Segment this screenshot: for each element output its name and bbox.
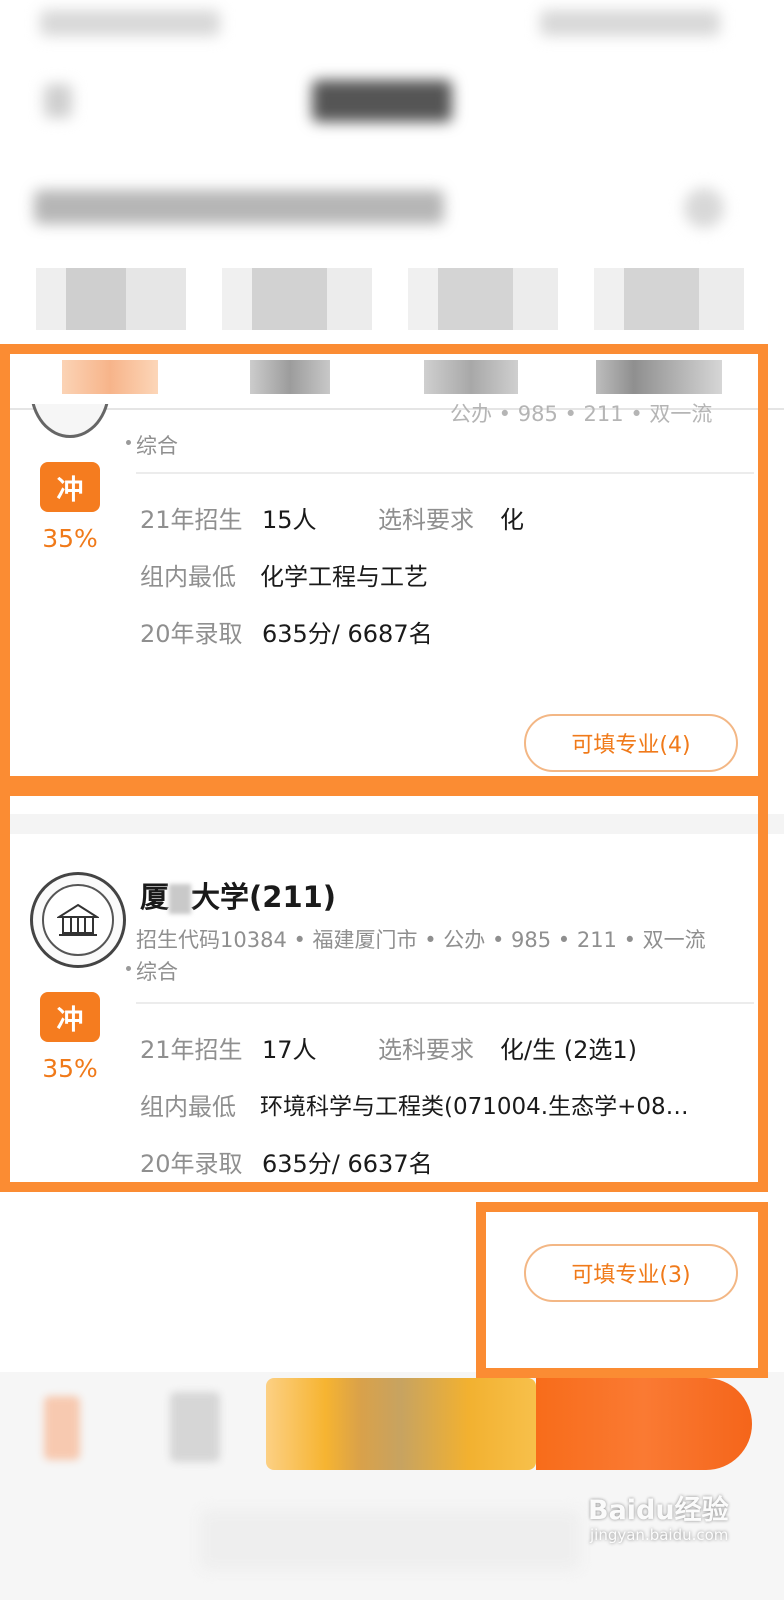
bottom-icon-1[interactable] [44,1396,80,1460]
watermark-logo: Baidu经验 [588,1495,729,1526]
subject-value: 化/生 (2选1) [500,1036,637,1064]
tab-3[interactable] [408,268,558,330]
search-icon[interactable] [684,188,724,228]
page-title [312,80,452,122]
status-bar-left [40,10,220,36]
admission-probability: 35% [42,1054,98,1083]
tab-2[interactable] [222,268,372,330]
info-bullet [126,966,131,971]
baidu-watermark: Baidu经验 jingyan.baidu.com [588,1488,748,1568]
min-major-value: 化学工程与工艺 [260,563,428,591]
info-bullet [126,440,131,445]
redaction-mask [169,884,192,914]
subject-label: 选科要求 [378,1036,474,1064]
card-divider [136,1002,754,1004]
min-major-value: 环境科学与工程类(071004.生态学+08… [260,1094,689,1120]
sticky-tab-2[interactable] [250,360,330,394]
university-card-2[interactable]: 厦大学(211) 招生代码10384 • 福建厦门市 • 公办 • 985 • … [0,834,784,1354]
bottom-icon-2[interactable] [170,1392,220,1462]
enroll-label: 21年招生 [140,1036,243,1064]
min-major-label: 组内最低 [140,563,236,591]
bottom-nav [200,1510,580,1570]
university-name: 厦大学(211) [140,874,336,916]
admission-probability: 35% [42,524,98,553]
tab-1[interactable] [36,268,186,330]
university-type: 综合 [136,434,178,458]
back-icon[interactable] [44,84,72,118]
university-name-rest: 大学(211) [191,880,337,914]
tab-4[interactable] [594,268,744,330]
university-info: 招生代码10384 • 福建厦门市 • 公办 • 985 • 211 • 双一流 [136,928,706,952]
rush-badge: 冲 [40,992,100,1042]
card-divider [136,472,754,474]
filter-bar[interactable] [34,190,444,224]
admit-label: 20年录取 [140,1150,243,1178]
subject-value: 化 [500,506,524,534]
admit-value: 635分/ 6637名 [262,1150,433,1178]
enroll-value: 17人 [262,1036,317,1064]
status-bar-right [540,10,720,36]
enroll-value: 15人 [262,506,317,534]
admit-value: 635分/ 6687名 [262,620,433,648]
primary-action-button[interactable] [266,1378,536,1470]
university-logo [30,872,126,968]
university-card-1[interactable]: 公办 • 985 • 211 • 双一流 综合 冲 35% 21年招生 15人 … [0,344,784,784]
sticky-tab-4[interactable] [596,360,722,394]
eligible-majors-button[interactable]: 可填专业(3) [524,1244,738,1302]
subject-label: 选科要求 [378,506,474,534]
secondary-action-button[interactable] [536,1378,752,1470]
university-name-prefix: 厦 [140,880,170,914]
university-type: 综合 [136,960,178,984]
sticky-tab-1[interactable] [62,360,158,394]
eligible-majors-button[interactable]: 可填专业(4) [524,714,738,772]
sticky-tab-3[interactable] [424,360,518,394]
university-logo-partial [30,404,110,438]
admit-label: 20年录取 [140,620,243,648]
min-major-label: 组内最低 [140,1093,236,1121]
enroll-label: 21年招生 [140,506,243,534]
university-info-partial: 公办 • 985 • 211 • 双一流 [450,402,713,426]
card-separator [0,814,784,834]
building-icon [57,903,99,936]
watermark-url: jingyan.baidu.com [590,1526,729,1544]
rush-badge: 冲 [40,462,100,512]
